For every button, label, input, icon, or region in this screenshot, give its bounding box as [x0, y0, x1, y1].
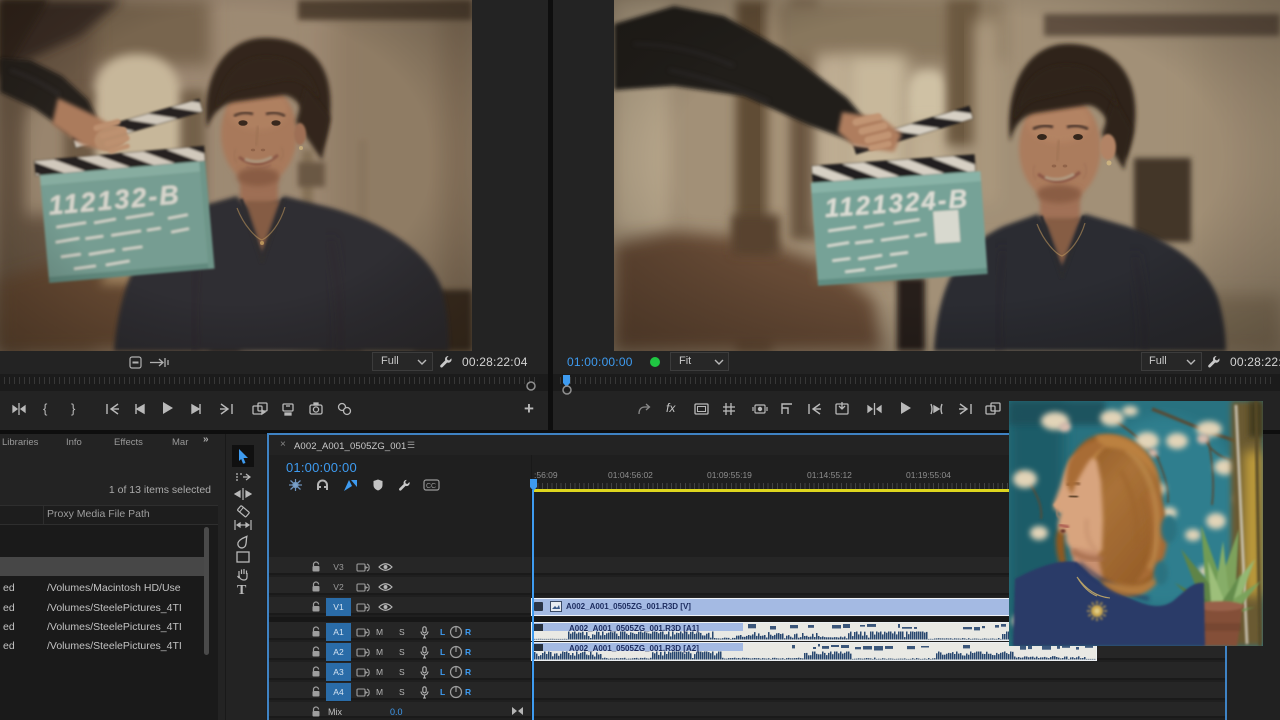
svg-text:A002_A001_0505ZG_001.R3D [A2]: A002_A001_0505ZG_001.R3D [A2] [569, 644, 699, 653]
svg-text:CC: CC [426, 483, 436, 490]
svg-text:A002_A001_0505ZG_001.R3D [A1]: A002_A001_0505ZG_001.R3D [A1] [569, 624, 699, 633]
